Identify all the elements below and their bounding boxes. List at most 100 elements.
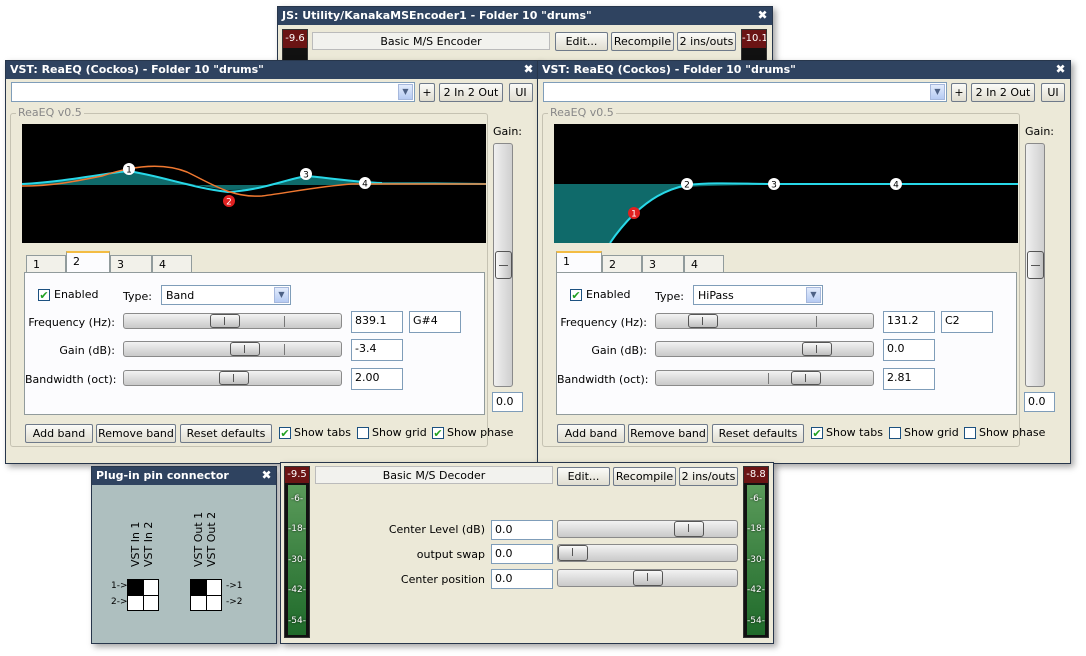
chevron-down-icon[interactable]: ▼ xyxy=(274,287,289,303)
show-tabs-checkbox[interactable]: ✔ xyxy=(279,427,291,439)
ui-toggle-button[interactable]: UI xyxy=(509,83,533,102)
encoder-recompile-button[interactable]: Recompile xyxy=(611,32,674,51)
decoder-ins-outs-button[interactable]: 2 ins/outs xyxy=(679,467,738,486)
bandwidth-slider[interactable] xyxy=(655,370,874,386)
pin-connector-titlebar[interactable]: Plug-in pin connector ✖ xyxy=(92,467,276,485)
frequency-knob[interactable] xyxy=(688,314,718,328)
eq-node-4[interactable]: 4 xyxy=(890,178,902,191)
frequency-input[interactable]: 131.2 xyxy=(883,311,935,333)
decoder-recompile-button[interactable]: Recompile xyxy=(613,467,676,486)
tab-band-3[interactable]: 3 xyxy=(110,255,152,273)
close-icon[interactable]: ✖ xyxy=(522,63,535,76)
js-encoder-titlebar[interactable]: JS: Utility/KanakaMSEncoder1 - Folder 10… xyxy=(278,7,772,25)
remove-band-button[interactable]: Remove band xyxy=(628,424,708,443)
master-gain-slider[interactable] xyxy=(1025,143,1045,387)
pin-cell-1-2[interactable] xyxy=(143,580,158,595)
gain-db-slider[interactable] xyxy=(655,341,874,357)
bandwidth-input[interactable]: 2.81 xyxy=(883,368,935,390)
bandwidth-knob[interactable] xyxy=(219,371,249,385)
master-gain-slider[interactable] xyxy=(493,143,513,387)
gain-db-input[interactable]: 0.0 xyxy=(883,339,935,361)
pin-cell-1-1[interactable] xyxy=(128,580,143,595)
output-pin-matrix[interactable] xyxy=(190,579,222,611)
preset-dropdown[interactable]: ▼ xyxy=(543,82,947,102)
enabled-checkbox[interactable]: ✔ xyxy=(570,289,582,301)
pin-cell-2-1[interactable] xyxy=(191,595,206,610)
band-type-select[interactable]: Band ▼ xyxy=(161,285,291,305)
preset-dropdown[interactable]: ▼ xyxy=(11,82,415,102)
show-grid-checkbox[interactable] xyxy=(357,427,369,439)
close-icon[interactable]: ✖ xyxy=(1054,63,1067,76)
frequency-knob[interactable] xyxy=(210,314,240,328)
master-gain-value[interactable]: 0.0 xyxy=(1024,392,1055,412)
gain-db-knob[interactable] xyxy=(802,342,832,356)
enabled-checkbox[interactable]: ✔ xyxy=(38,289,50,301)
gain-db-slider[interactable] xyxy=(123,341,342,357)
close-icon[interactable]: ✖ xyxy=(756,9,769,22)
tab-band-4[interactable]: 4 xyxy=(684,255,724,273)
pin-cell-1-1[interactable] xyxy=(191,580,206,595)
eq-node-4[interactable]: 4 xyxy=(359,177,371,190)
close-icon[interactable]: ✖ xyxy=(260,469,273,482)
output-swap-slider[interactable] xyxy=(557,544,738,562)
encoder-ins-outs-button[interactable]: 2 ins/outs xyxy=(677,32,736,51)
center-position-knob[interactable] xyxy=(633,570,663,586)
input-pin-matrix[interactable] xyxy=(127,579,159,611)
chevron-down-icon[interactable]: ▼ xyxy=(806,287,821,303)
pin-cell-2-1[interactable] xyxy=(128,595,143,610)
show-phase-checkbox[interactable] xyxy=(964,427,976,439)
io-routing-button[interactable]: 2 In 2 Out xyxy=(439,83,503,102)
center-position-input[interactable]: 0.0 xyxy=(491,569,553,589)
frequency-note-input[interactable]: G#4 xyxy=(409,311,461,333)
master-gain-value[interactable]: 0.0 xyxy=(492,392,523,412)
eq-node-2[interactable]: 2 xyxy=(681,178,693,191)
reaeq-right-titlebar[interactable]: VST: ReaEQ (Cockos) - Folder 10 "drums" … xyxy=(538,61,1070,79)
chevron-down-icon[interactable]: ▼ xyxy=(398,84,413,100)
output-swap-knob[interactable] xyxy=(558,545,588,561)
add-preset-button[interactable]: + xyxy=(951,83,967,102)
reaeq-left-titlebar[interactable]: VST: ReaEQ (Cockos) - Folder 10 "drums" … xyxy=(6,61,538,79)
output-swap-input[interactable]: 0.0 xyxy=(491,544,553,564)
show-grid-checkbox[interactable] xyxy=(889,427,901,439)
show-phase-checkbox[interactable]: ✔ xyxy=(432,427,444,439)
frequency-note-input[interactable]: C2 xyxy=(941,311,993,333)
gain-db-knob[interactable] xyxy=(230,342,260,356)
add-preset-button[interactable]: + xyxy=(419,83,435,102)
band-type-select[interactable]: HiPass ▼ xyxy=(693,285,823,305)
add-band-button[interactable]: Add band xyxy=(25,424,93,443)
bandwidth-input[interactable]: 2.00 xyxy=(351,368,403,390)
bandwidth-knob[interactable] xyxy=(791,371,821,385)
tab-band-2[interactable]: 2 xyxy=(602,255,642,273)
tab-band-1[interactable]: 1 xyxy=(26,255,66,273)
center-position-slider[interactable] xyxy=(557,569,738,587)
frequency-slider[interactable] xyxy=(655,313,874,329)
show-tabs-checkbox[interactable]: ✔ xyxy=(811,427,823,439)
decoder-edit-button[interactable]: Edit... xyxy=(557,467,610,486)
tab-band-2[interactable]: 2 xyxy=(66,251,110,272)
remove-band-button[interactable]: Remove band xyxy=(96,424,176,443)
pin-cell-2-2[interactable] xyxy=(206,595,221,610)
pin-cell-2-2[interactable] xyxy=(143,595,158,610)
ui-toggle-button[interactable]: UI xyxy=(1041,83,1065,102)
tab-band-3[interactable]: 3 xyxy=(642,255,684,273)
eq-node-3[interactable]: 3 xyxy=(768,178,780,191)
master-gain-knob[interactable] xyxy=(1027,251,1044,279)
frequency-input[interactable]: 839.1 xyxy=(351,311,403,333)
reset-defaults-button[interactable]: Reset defaults xyxy=(180,424,272,443)
tab-band-4[interactable]: 4 xyxy=(152,255,192,273)
encoder-edit-button[interactable]: Edit... xyxy=(555,32,608,51)
gain-db-input[interactable]: -3.4 xyxy=(351,339,403,361)
bandwidth-slider[interactable] xyxy=(123,370,342,386)
master-gain-knob[interactable] xyxy=(495,251,512,279)
frequency-slider[interactable] xyxy=(123,313,342,329)
io-routing-button[interactable]: 2 In 2 Out xyxy=(971,83,1035,102)
pin-cell-1-2[interactable] xyxy=(206,580,221,595)
eq-graph[interactable]: 1 2 3 4 xyxy=(554,124,1018,243)
add-band-button[interactable]: Add band xyxy=(557,424,625,443)
eq-graph[interactable]: 1 2 3 4 xyxy=(22,124,486,243)
center-level-knob[interactable] xyxy=(674,521,704,537)
eq-node-2[interactable]: 2 xyxy=(223,195,235,208)
tab-band-1[interactable]: 1 xyxy=(556,251,602,272)
center-level-input[interactable]: 0.0 xyxy=(491,520,553,540)
reset-defaults-button[interactable]: Reset defaults xyxy=(712,424,804,443)
